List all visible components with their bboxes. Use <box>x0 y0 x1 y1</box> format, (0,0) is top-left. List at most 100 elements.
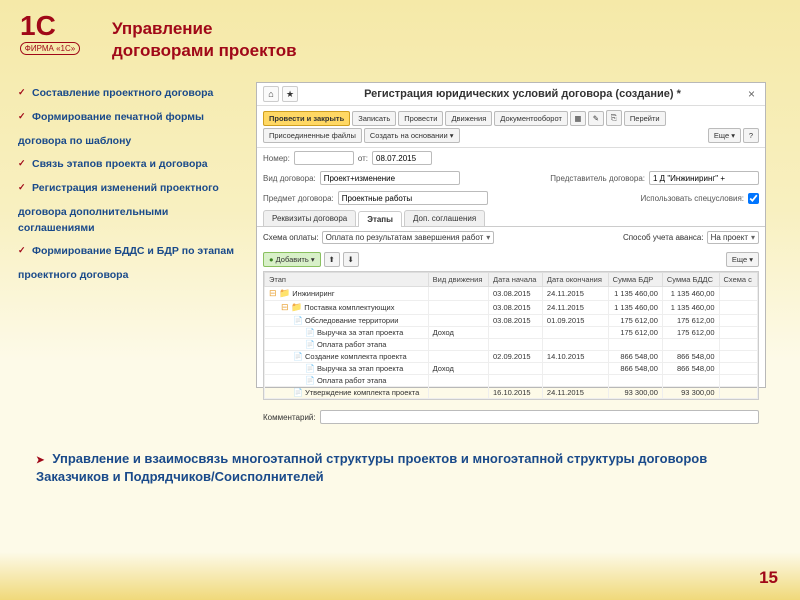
help-button[interactable]: ? <box>743 128 759 143</box>
main-toolbar: Провести и закрыть Записать Провести Дви… <box>257 106 765 148</box>
eshe-button[interactable]: Еще ▾ <box>708 128 741 143</box>
col-header[interactable]: Этап <box>265 273 429 287</box>
table-row[interactable]: ⊟ 📁Инжиниринг03.08.201524.11.20151 135 4… <box>265 287 758 301</box>
home-icon[interactable]: ⌂ <box>263 86 279 102</box>
row-name: Утверждение комплекта проекта <box>305 388 419 397</box>
close-icon[interactable]: × <box>744 87 759 101</box>
tab-dop[interactable]: Доп. соглашения <box>404 210 485 226</box>
col-header[interactable]: Сумма БДДС <box>662 273 719 287</box>
table-row[interactable]: 📄Оплата работ этапа <box>265 339 758 351</box>
table-row[interactable]: 📄Утверждение комплекта проекта16.10.2015… <box>265 387 758 399</box>
add-button[interactable]: ● Добавить ▾ <box>263 252 321 267</box>
star-icon[interactable]: ★ <box>282 86 298 102</box>
toolbar-icon-1[interactable]: ▦ <box>570 111 586 126</box>
grid-toolbar: ● Добавить ▾ ⬆ ⬇ Еще ▾ <box>257 248 765 271</box>
dvizheniya-button[interactable]: Движения <box>445 111 492 126</box>
sidebar-bullets: Составление проектного договора Формиров… <box>18 86 246 292</box>
window-header: ⌂ ★ Регистрация юридических условий дого… <box>257 83 765 106</box>
row-name: Создание комплекта проекта <box>305 352 407 361</box>
sposob-dropdown[interactable]: На проект <box>707 231 759 244</box>
tab-etapy[interactable]: Этапы <box>358 211 402 227</box>
num-input[interactable] <box>294 151 354 165</box>
provesti-button[interactable]: Провести и закрыть <box>263 111 350 126</box>
doc-icon: 📄 <box>305 364 315 373</box>
bullet-5: Формирование БДДС и БДР по этапам <box>18 244 246 260</box>
col-header[interactable]: Сумма БДР <box>608 273 662 287</box>
comment-input[interactable] <box>320 410 759 424</box>
predst-label: Представитель договора: <box>550 174 645 183</box>
folder-icon: ⊟ 📁 <box>281 302 302 313</box>
shema-label: Схема оплаты: <box>263 233 319 242</box>
table-row[interactable]: 📄Обследование территории03.08.201501.09.… <box>265 315 758 327</box>
col-header[interactable]: Дата окончания <box>542 273 608 287</box>
logo: 1C ФИРМА «1С» <box>20 12 80 55</box>
doc-icon: 📄 <box>293 316 303 325</box>
bullet-2: Формирование печатной формы <box>18 110 246 126</box>
row-name: Выручка за этап проекта <box>317 328 403 337</box>
page-number: 15 <box>759 568 778 588</box>
grid-icon-2[interactable]: ⬇ <box>343 252 359 267</box>
window-title: Регистрация юридических условий договора… <box>301 88 744 100</box>
subtoolbar: Схема оплаты: Оплата по результатам заве… <box>257 227 765 248</box>
ot-input[interactable] <box>372 151 432 165</box>
table-row[interactable]: ⊟ 📁Поставка комплектующих03.08.201524.11… <box>265 301 758 315</box>
bullet-4: Регистрация изменений проектного <box>18 181 246 197</box>
documentooborot-button[interactable]: Документооборот <box>494 111 568 126</box>
tabs: Реквизиты договора Этапы Доп. соглашения <box>257 210 765 227</box>
row-name: Обследование территории <box>305 316 399 325</box>
bullet-1: Составление проектного договора <box>18 86 246 102</box>
col-header[interactable]: Дата начала <box>489 273 543 287</box>
pereyti-button[interactable]: Перейти <box>624 111 666 126</box>
vid-label: Вид договора: <box>263 174 316 183</box>
row-name: Выручка за этап проекта <box>317 364 403 373</box>
bottom-bullet: Управление и взаимосвязь многоэтапной ст… <box>36 450 770 486</box>
table-row[interactable]: 📄Оплата работ этапа <box>265 375 758 387</box>
vid-input[interactable] <box>320 171 460 185</box>
col-header[interactable]: Схема с <box>719 273 757 287</box>
bullet-3: Связь этапов проекта и договора <box>18 157 246 173</box>
table-row[interactable]: 📄Выручка за этап проектаДоход175 612,001… <box>265 327 758 339</box>
sposob-label: Способ учета аванса: <box>623 233 704 242</box>
col-header[interactable]: Вид движения <box>428 273 488 287</box>
doc-icon: 📄 <box>293 388 303 397</box>
zapisat-button[interactable]: Записать <box>352 111 396 126</box>
title-line-2: договорами проектов <box>112 41 297 60</box>
toolbar-icon-3[interactable]: ⎘ <box>606 110 622 126</box>
doc-icon: 📄 <box>305 376 315 385</box>
ot-label: от: <box>358 154 368 163</box>
table-row[interactable]: 📄Выручка за этап проектаДоход866 548,008… <box>265 363 758 375</box>
shema-dropdown[interactable]: Оплата по результатам завершения работ <box>322 231 495 244</box>
doc-icon: 📄 <box>293 352 303 361</box>
predmet-label: Предмет договора: <box>263 194 334 203</box>
slide-title: Управление договорами проектов <box>112 18 297 62</box>
logo-subtitle: ФИРМА «1С» <box>20 42 80 55</box>
comment-row: Комментарий: <box>257 406 765 428</box>
form-row-1: Номер: от: <box>257 148 765 168</box>
row-name: Инжиниринг <box>292 289 334 298</box>
toolbar-icon-2[interactable]: ✎ <box>588 111 604 126</box>
predmet-input[interactable] <box>338 191 488 205</box>
doc-icon: 📄 <box>305 328 315 337</box>
specials-label: Использовать спецусловия: <box>641 194 744 203</box>
predst-input[interactable] <box>649 171 759 185</box>
grid-eshe-button[interactable]: Еще ▾ <box>726 252 759 267</box>
num-label: Номер: <box>263 154 290 163</box>
folder-icon: ⊟ 📁 <box>269 288 290 299</box>
stages-grid[interactable]: ЭтапВид движенияДата началаДата окончани… <box>263 271 759 400</box>
bullet-5-sub: проектного договора <box>18 268 246 284</box>
title-line-1: Управление <box>112 19 212 38</box>
row-name: Оплата работ этапа <box>317 340 386 349</box>
prisoed-button[interactable]: Присоединенные файлы <box>263 128 362 143</box>
row-name: Поставка комплектующих <box>304 303 394 312</box>
logo-text: 1C <box>20 12 80 40</box>
doc-icon: 📄 <box>305 340 315 349</box>
app-screenshot: ⌂ ★ Регистрация юридических условий дого… <box>256 82 766 388</box>
row-name: Оплата работ этапа <box>317 376 386 385</box>
tab-rekvizity[interactable]: Реквизиты договора <box>263 210 356 226</box>
grid-icon-1[interactable]: ⬆ <box>324 252 340 267</box>
specials-checkbox[interactable] <box>748 193 759 204</box>
provest-button[interactable]: Провести <box>398 111 443 126</box>
sozdat-button[interactable]: Создать на основании ▾ <box>364 128 460 143</box>
comment-label: Комментарий: <box>263 413 316 422</box>
table-row[interactable]: 📄Создание комплекта проекта02.09.201514.… <box>265 351 758 363</box>
